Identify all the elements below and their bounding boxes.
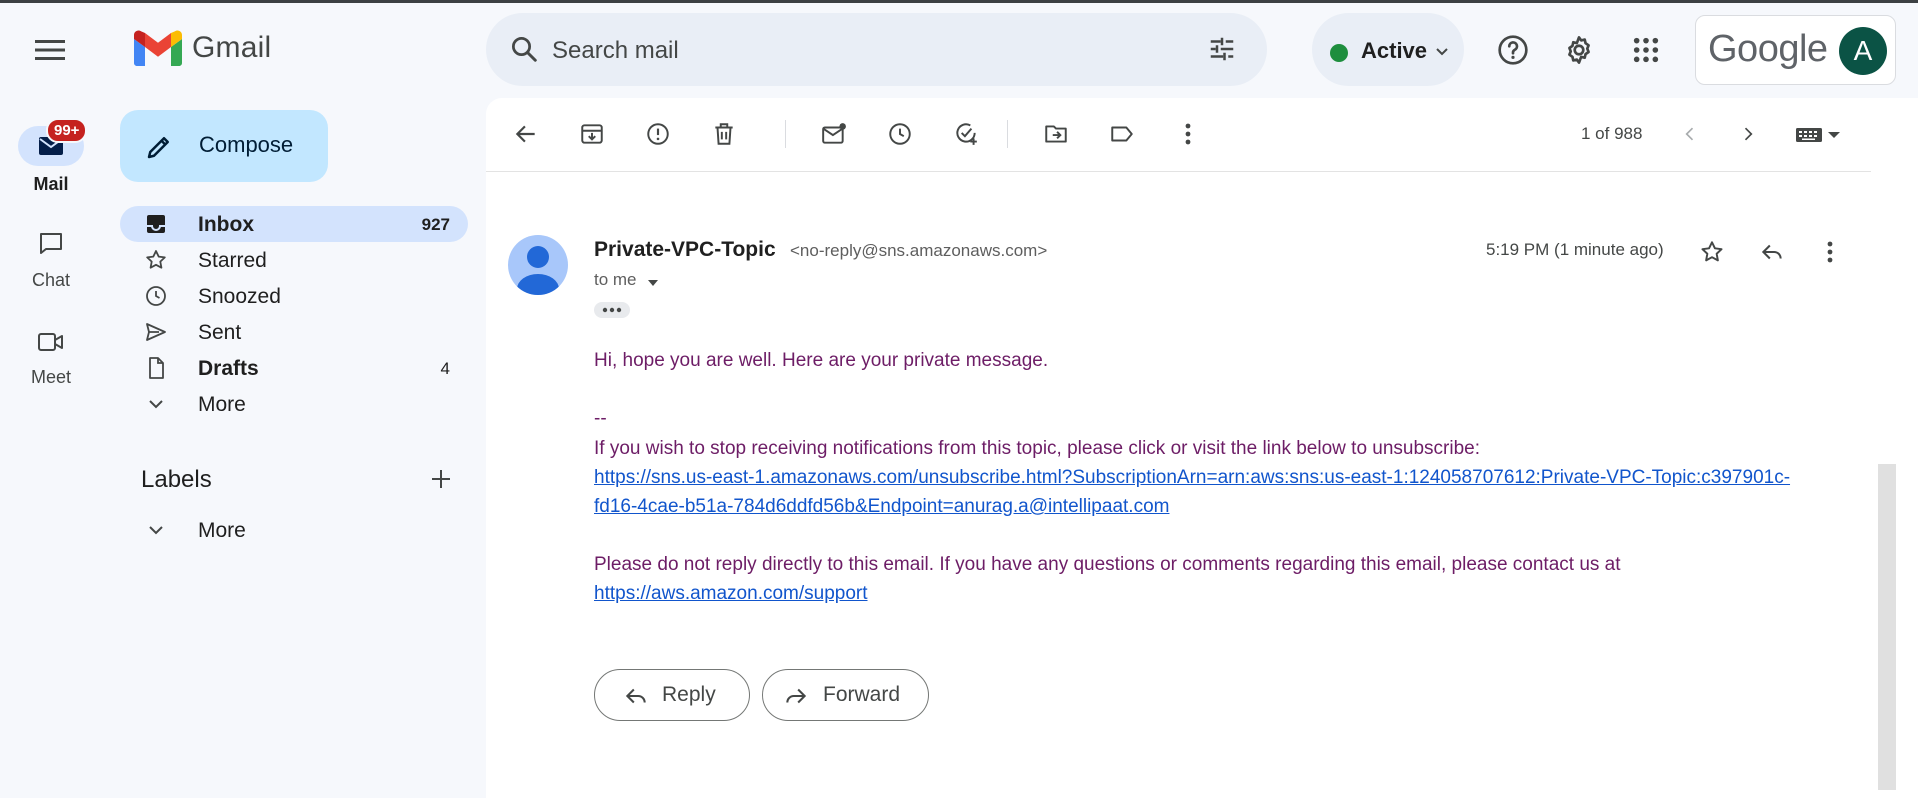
show-trimmed-content-button[interactable] [594, 302, 630, 318]
add-task-icon[interactable] [948, 116, 984, 152]
search-options-icon[interactable] [1204, 31, 1240, 67]
app-name: Gmail [192, 31, 272, 64]
rail-mail-label[interactable]: Mail [0, 174, 102, 195]
draft-icon [144, 356, 168, 380]
snooze-icon[interactable] [882, 116, 918, 152]
compose-button[interactable]: Compose [120, 110, 328, 182]
main-menu-icon[interactable] [26, 26, 74, 74]
mark-unread-icon[interactable] [816, 116, 852, 152]
back-arrow-icon[interactable] [508, 116, 544, 152]
help-icon[interactable] [1495, 32, 1531, 68]
message-panel: 1 of 988 Private-VPC-Topic <no-reply@sns… [486, 98, 1918, 798]
nav-item-inbox[interactable]: Inbox 927 [120, 206, 468, 242]
nav-item-drafts[interactable]: Drafts 4 [120, 350, 468, 386]
pencil-icon [144, 132, 174, 162]
search-bar[interactable]: Search mail [486, 13, 1267, 86]
status-label: Active [1361, 38, 1428, 63]
toolbar-divider-line [486, 171, 1871, 172]
google-apps-icon[interactable] [1628, 32, 1664, 68]
pagination-text: 1 of 988 [1581, 124, 1643, 143]
nav-item-snoozed[interactable]: Snoozed [120, 278, 468, 314]
nav-label: Inbox [198, 213, 254, 236]
reply-icon [623, 683, 649, 709]
nav-label: More [198, 393, 246, 416]
nav-label: Starred [198, 249, 267, 272]
unsubscribe-link-continued[interactable]: fd16-4cae-b51a-784d6ddfd56b&Endpoint=anu… [594, 496, 1169, 518]
reply-label: Reply [662, 683, 716, 706]
chevron-left-icon[interactable] [1672, 116, 1708, 152]
window-top-border [0, 0, 1918, 3]
nav-label: Drafts [198, 357, 259, 380]
toolbar-divider [785, 120, 786, 148]
show-details-caret-icon[interactable] [646, 276, 660, 290]
message-time: 5:19 PM (1 minute ago) [1486, 240, 1664, 259]
search-input[interactable]: Search mail [552, 37, 679, 65]
input-tools-keyboard-icon[interactable] [1790, 116, 1850, 152]
sender-name[interactable]: Private-VPC-Topic [594, 238, 776, 262]
avatar[interactable]: A [1839, 27, 1887, 75]
compose-label: Compose [199, 132, 294, 157]
status-dot [1330, 44, 1348, 62]
inbox-icon [144, 212, 168, 236]
labels-heading: Labels [141, 466, 212, 493]
chevron-down-icon [144, 518, 168, 542]
forward-icon [783, 683, 809, 709]
chevron-down-icon [144, 392, 168, 416]
sender-email: <no-reply@sns.amazonaws.com> [790, 241, 1048, 260]
send-icon [144, 320, 168, 344]
nav-item-sent[interactable]: Sent [120, 314, 468, 350]
star-icon[interactable] [1694, 234, 1730, 270]
gmail-logo[interactable]: Gmail [134, 30, 271, 66]
rail-meet-label[interactable]: Meet [0, 367, 102, 388]
recipient-text[interactable]: to me [594, 270, 637, 290]
gmail-m-icon [134, 30, 182, 66]
account-switcher[interactable]: Google A [1695, 15, 1896, 85]
rail-meet-button[interactable] [18, 322, 84, 362]
nav-item-more[interactable]: More [120, 386, 468, 422]
clock-icon [144, 284, 168, 308]
add-label-icon[interactable] [426, 464, 456, 494]
label-icon[interactable] [1104, 116, 1140, 152]
body-greeting: Hi, hope you are well. Here are your pri… [594, 350, 1049, 371]
search-icon[interactable] [506, 31, 542, 67]
archive-icon[interactable] [574, 116, 610, 152]
reply-icon[interactable] [1754, 234, 1790, 270]
nav-label: Sent [198, 321, 242, 344]
chevron-down-icon [1434, 43, 1450, 59]
more-vert-icon[interactable] [1170, 116, 1206, 152]
body-signature-separator: -- [594, 408, 607, 429]
nav-label: More [198, 519, 246, 542]
rail-chat-button[interactable] [18, 224, 84, 264]
report-spam-icon[interactable] [640, 116, 676, 152]
toolbar-divider [1007, 120, 1008, 148]
nav-count: 927 [421, 215, 450, 234]
scrollbar[interactable] [1878, 464, 1896, 790]
sender-avatar[interactable] [508, 235, 568, 295]
nav-item-starred[interactable]: Starred [120, 242, 468, 278]
unsubscribe-link[interactable]: https://sns.us-east-1.amazonaws.com/unsu… [594, 467, 1790, 489]
rail-chat-label[interactable]: Chat [0, 270, 102, 291]
google-logo: Google [1708, 28, 1828, 70]
mail-unread-badge: 99+ [46, 118, 88, 143]
support-link[interactable]: https://aws.amazon.com/support [594, 583, 868, 605]
status-selector[interactable]: Active [1312, 13, 1464, 86]
gear-icon[interactable] [1561, 32, 1597, 68]
reply-button[interactable]: Reply [594, 669, 750, 721]
forward-button[interactable]: Forward [762, 669, 929, 721]
body-noreply-text: Please do not reply directly to this ema… [594, 554, 1621, 575]
nav-label: Snoozed [198, 285, 281, 308]
body-unsubscribe-text: If you wish to stop receiving notificati… [594, 438, 1481, 459]
star-icon [144, 248, 168, 272]
meet-icon [38, 333, 63, 351]
nav-count: 4 [440, 359, 450, 378]
labels-more[interactable]: More [120, 512, 468, 548]
trash-icon[interactable] [706, 116, 742, 152]
more-vert-icon[interactable] [1812, 234, 1848, 270]
move-to-icon[interactable] [1038, 116, 1074, 152]
forward-label: Forward [823, 683, 901, 706]
chevron-right-icon[interactable] [1730, 116, 1766, 152]
chat-icon [40, 233, 62, 254]
